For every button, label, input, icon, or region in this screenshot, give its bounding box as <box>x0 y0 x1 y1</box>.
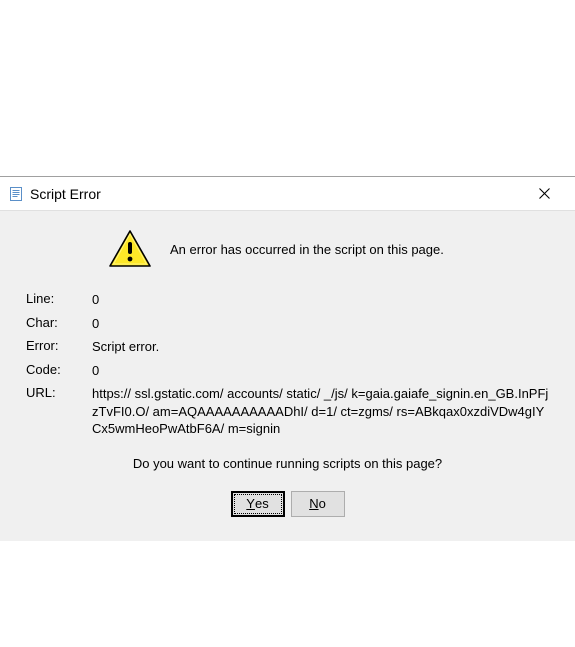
button-row: Yes No <box>26 491 549 517</box>
char-label: Char: <box>26 315 92 330</box>
continue-prompt: Do you want to continue running scripts … <box>26 456 549 471</box>
detail-block: Line: 0 Char: 0 Error: Script error. Cod… <box>26 291 549 438</box>
code-label: Code: <box>26 362 92 377</box>
no-button[interactable]: No <box>291 491 345 517</box>
char-value: 0 <box>92 315 549 333</box>
script-error-dialog: Script Error An error has occurred in th… <box>0 176 575 541</box>
url-label: URL: <box>26 385 92 400</box>
detail-line: Line: 0 <box>26 291 549 309</box>
error-label: Error: <box>26 338 92 353</box>
code-value: 0 <box>92 362 549 380</box>
dialog-title: Script Error <box>30 186 522 202</box>
no-mnemonic: N <box>309 496 318 511</box>
dialog-body: An error has occurred in the script on t… <box>0 211 575 541</box>
no-rest: o <box>319 496 326 511</box>
line-label: Line: <box>26 291 92 306</box>
error-value: Script error. <box>92 338 549 356</box>
warning-icon <box>108 229 152 269</box>
yes-mnemonic: Y <box>246 496 255 511</box>
titlebar: Script Error <box>0 177 575 211</box>
detail-char: Char: 0 <box>26 315 549 333</box>
line-value: 0 <box>92 291 549 309</box>
error-message: An error has occurred in the script on t… <box>170 242 444 257</box>
yes-button[interactable]: Yes <box>231 491 285 517</box>
message-row: An error has occurred in the script on t… <box>26 229 549 269</box>
detail-url: URL: https:// ssl.gstatic.com/ accounts/… <box>26 385 549 438</box>
detail-error: Error: Script error. <box>26 338 549 356</box>
yes-rest: es <box>255 496 269 511</box>
close-button[interactable] <box>522 179 567 209</box>
close-icon <box>539 188 550 199</box>
document-icon <box>8 186 24 202</box>
detail-code: Code: 0 <box>26 362 549 380</box>
url-value: https:// ssl.gstatic.com/ accounts/ stat… <box>92 385 549 438</box>
